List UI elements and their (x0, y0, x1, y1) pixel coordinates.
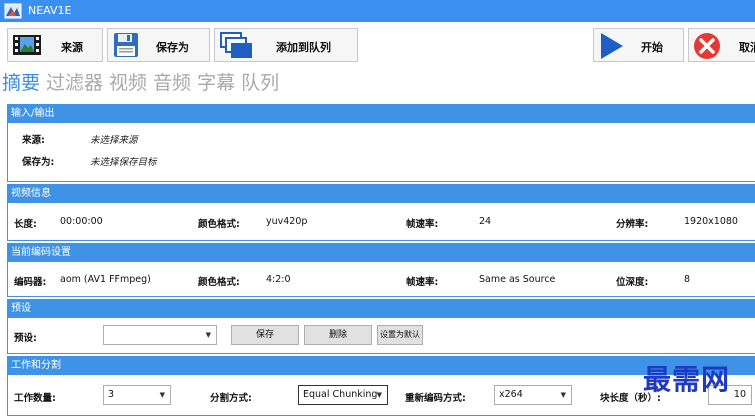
reencode-method-label: 重新编码方式: (405, 393, 466, 404)
video-info-header: 视频信息 (8, 185, 755, 203)
save-as-button-label: 保存为 (156, 41, 189, 54)
enc-color-format-label: 颜色格式: (198, 277, 240, 288)
workers-label: 工作数量: (14, 393, 56, 404)
tab-filters[interactable]: 过滤器 (46, 72, 103, 94)
cancel-x-icon (694, 33, 720, 59)
watermark-text: 最需网 (643, 363, 731, 396)
encoder-label: 编码器: (14, 277, 47, 288)
save-floppy-icon (114, 33, 138, 57)
encode-settings-group: 当前编码设置 编码器: aom (AV1 FFmpeg) 颜色格式: 4:2:0… (7, 243, 755, 297)
play-icon (601, 33, 623, 59)
dropdown-arrow-icon: ▼ (205, 331, 211, 339)
bit-depth-value: 8 (684, 274, 691, 285)
add-queue-button-label: 添加到队列 (276, 41, 331, 54)
preset-label: 预设: (14, 333, 37, 344)
film-icon (13, 35, 41, 55)
length-value: 00:00:00 (60, 216, 103, 227)
source-label: 来源: (22, 135, 45, 146)
add-to-queue-button[interactable]: 添加到队列 (214, 28, 358, 62)
preset-header: 预设 (8, 300, 755, 318)
cancel-button-label: 取消 (739, 41, 755, 54)
preset-default-button[interactable]: 设置为默认 (377, 325, 423, 345)
color-format-value: yuv420p (266, 216, 308, 227)
color-format-label: 颜色格式: (198, 219, 240, 230)
dropdown-arrow-icon: ▼ (159, 391, 165, 399)
cancel-button[interactable]: 取消 (688, 28, 755, 62)
source-value: 未选择来源 (90, 135, 138, 146)
frame-rate-value: 24 (479, 216, 492, 227)
main-tabs: 摘要 过滤器 视频 音频 字幕 队列 (2, 68, 285, 94)
resolution-label: 分辨率: (616, 219, 649, 230)
preset-group: 预设 预设: ▼ 保存 删除 设置为默认 (7, 299, 755, 354)
title-bar: NEAV1E (0, 0, 755, 22)
preset-delete-button[interactable]: 删除 (304, 325, 372, 345)
start-button-label: 开始 (641, 41, 663, 54)
tab-queue[interactable]: 队列 (241, 72, 279, 94)
encode-settings-header: 当前编码设置 (8, 244, 755, 262)
enc-frame-rate-value: Same as Source (479, 274, 556, 285)
encoder-value: aom (AV1 FFmpeg) (60, 274, 151, 285)
resolution-value: 1920x1080 (684, 216, 738, 227)
split-method-value: Equal Chunking (303, 389, 378, 400)
io-group-header: 输入/输出 (8, 105, 755, 123)
tab-audio[interactable]: 音频 (153, 72, 191, 94)
save-as-button[interactable]: 保存为 (107, 28, 210, 62)
tab-summary[interactable]: 摘要 (2, 72, 40, 94)
open-source-button[interactable]: 来源 (7, 28, 103, 62)
tab-video[interactable]: 视频 (109, 72, 147, 94)
reencode-method-value: x264 (499, 389, 523, 400)
app-logo-icon (4, 3, 22, 19)
io-group: 输入/输出 来源: 未选择来源 保存为: 未选择保存目标 (7, 104, 755, 182)
video-info-group: 视频信息 长度: 00:00:00 颜色格式: yuv420p 帧速率: 24 … (7, 184, 755, 241)
stack-windows-icon (220, 32, 252, 58)
enc-frame-rate-label: 帧速率: (406, 277, 439, 288)
split-method-select[interactable]: Equal Chunking ▼ (298, 385, 388, 405)
reencode-method-select[interactable]: x264 ▼ (494, 385, 572, 405)
frame-rate-label: 帧速率: (406, 219, 439, 230)
save-as-value: 未选择保存目标 (90, 157, 157, 168)
save-as-label: 保存为: (22, 157, 55, 168)
workers-select-value: 3 (108, 389, 115, 400)
split-method-label: 分割方式: (210, 393, 252, 404)
enc-color-format-value: 4:2:0 (266, 274, 291, 285)
dropdown-arrow-icon: ▼ (560, 391, 566, 399)
workers-select[interactable]: 3 ▼ (103, 385, 171, 405)
start-button[interactable]: 开始 (593, 28, 684, 62)
preset-save-button[interactable]: 保存 (231, 325, 299, 345)
bit-depth-label: 位深度: (616, 277, 649, 288)
window-title: NEAV1E (28, 4, 72, 17)
preset-select[interactable]: ▼ (103, 325, 217, 345)
tab-subtitles[interactable]: 字幕 (197, 72, 235, 94)
dropdown-arrow-icon: ▼ (376, 391, 382, 399)
source-button-label: 来源 (61, 41, 83, 54)
length-label: 长度: (14, 219, 37, 230)
